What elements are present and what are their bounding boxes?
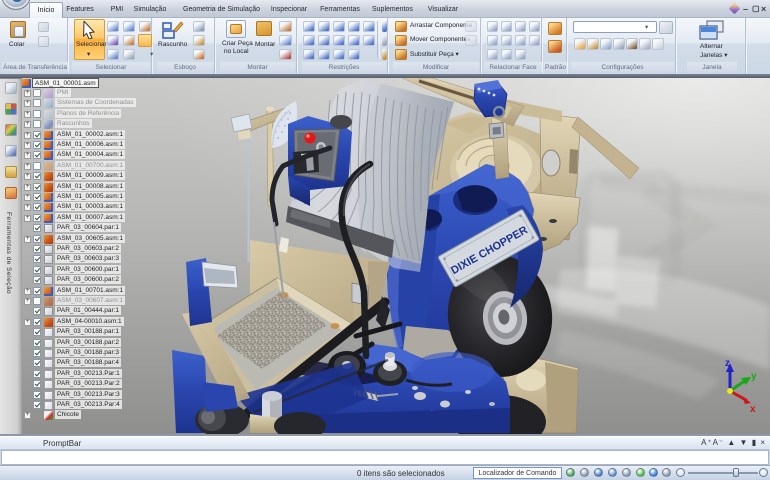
svg-text:y: y [751, 371, 757, 382]
svg-text:z: z [725, 358, 730, 369]
svg-text:x: x [750, 404, 756, 415]
